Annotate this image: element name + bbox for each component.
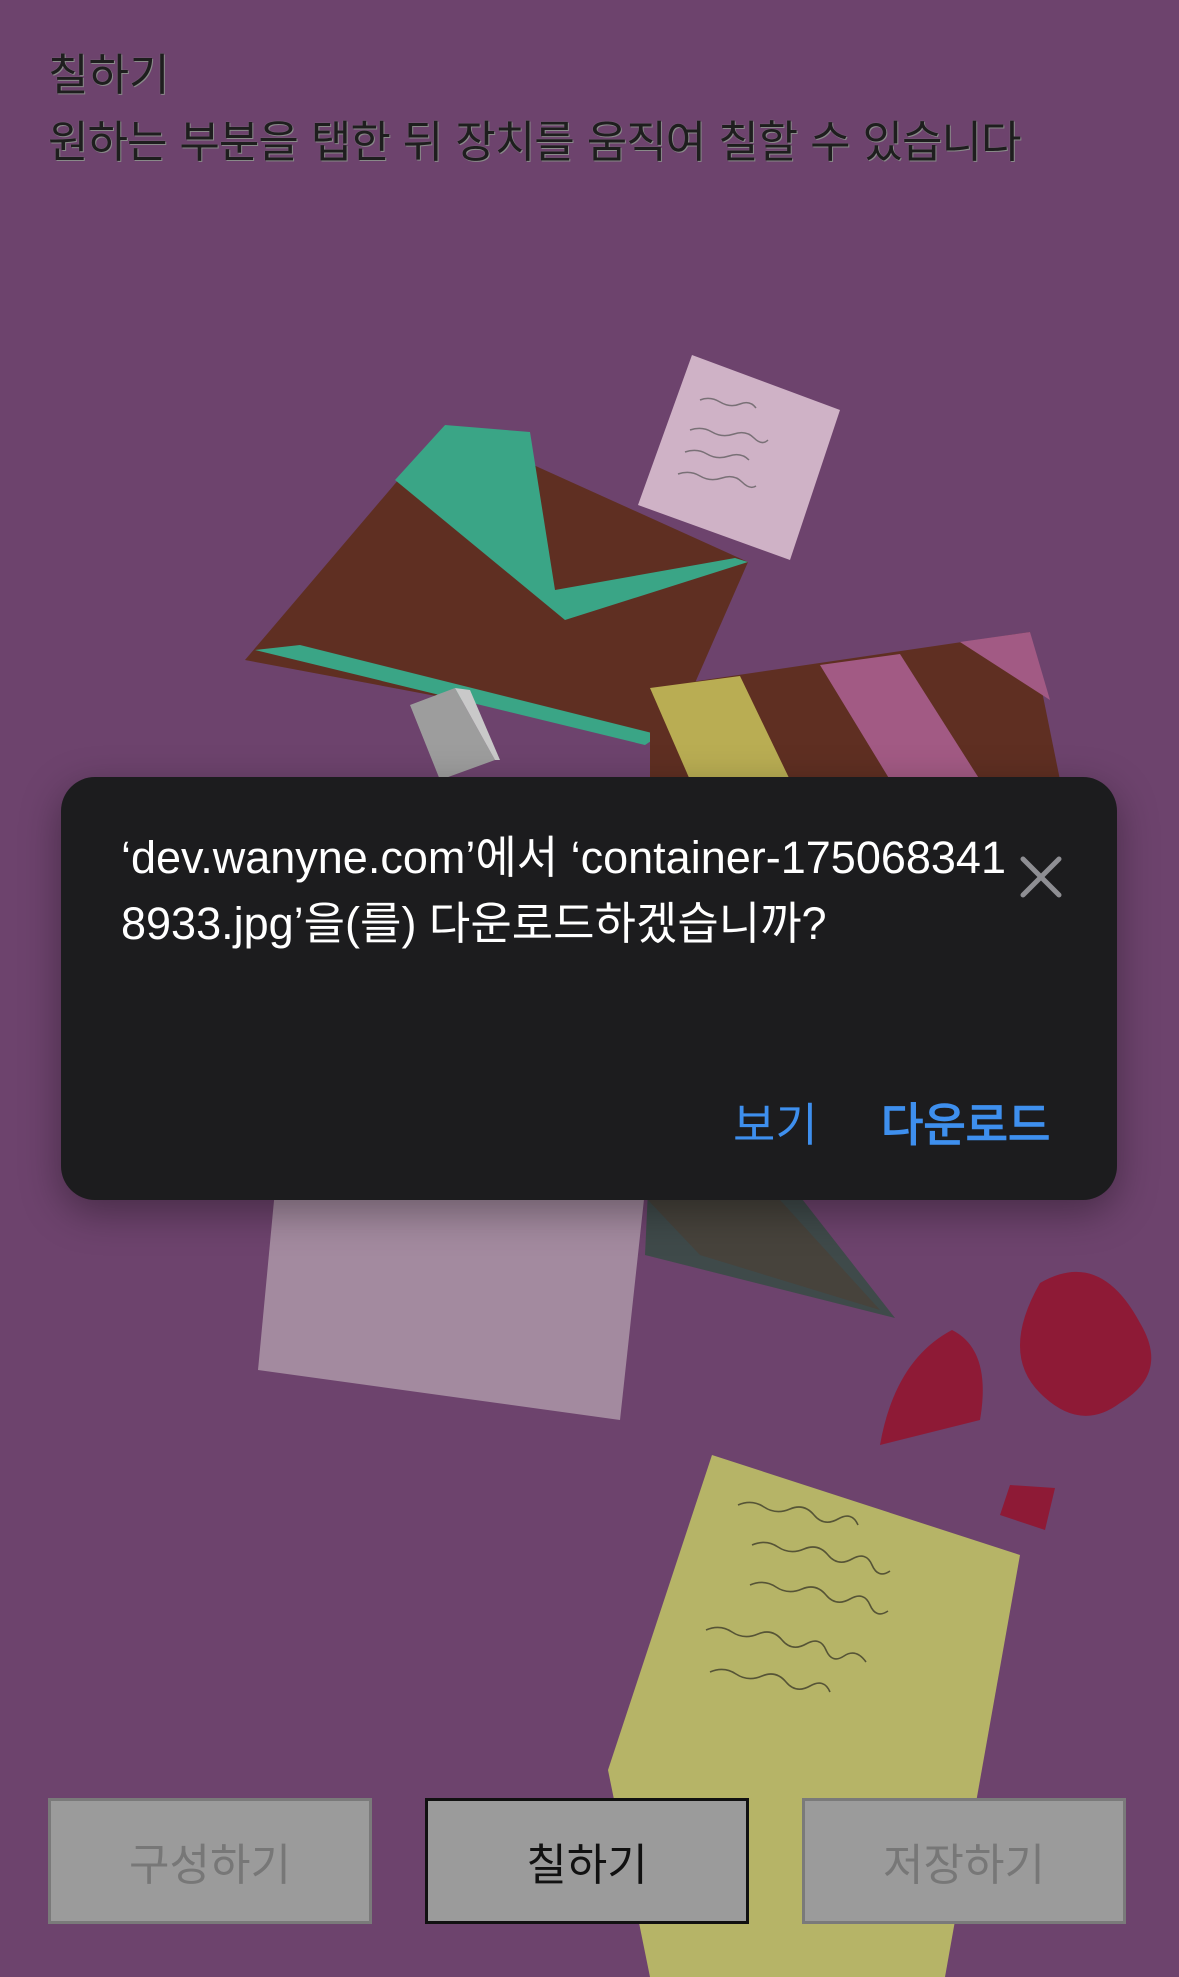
download-dialog: ‘dev.wanyne.com’에서 ‘container-1750683418…	[61, 777, 1117, 1200]
striped-piece[interactable]	[650, 632, 1060, 780]
pale-paper-piece[interactable]	[258, 1190, 645, 1420]
view-button[interactable]: 보기	[733, 1089, 818, 1155]
teal-triangle-piece[interactable]	[645, 1190, 895, 1318]
compose-button[interactable]: 구성하기	[48, 1798, 372, 1924]
paint-button[interactable]: 칠하기	[425, 1798, 749, 1924]
close-button[interactable]	[997, 833, 1085, 921]
download-button[interactable]: 다운로드	[881, 1089, 1050, 1155]
close-icon	[1020, 856, 1062, 898]
save-button[interactable]: 저장하기	[802, 1798, 1126, 1924]
red-leaf-piece[interactable]	[880, 1271, 1152, 1530]
download-message: ‘dev.wanyne.com’에서 ‘container-1750683418…	[121, 832, 1006, 949]
